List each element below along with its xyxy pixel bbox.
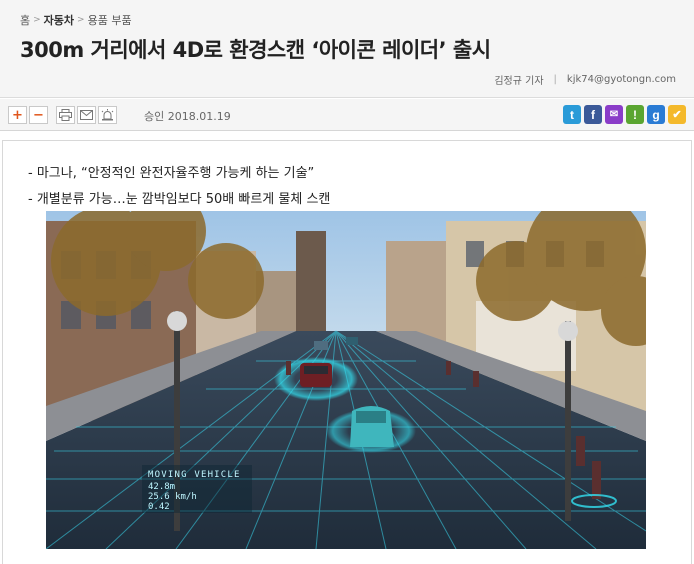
font-decrease-button[interactable]: −: [29, 106, 48, 124]
article-header: 홈 > 자동차 > 용품 부품 300m 거리에서 4D로 환경스캔 ‘아이콘 …: [0, 0, 694, 98]
band-icon[interactable]: !: [626, 105, 644, 124]
social-share-bar: t f ✉ ! g ✔: [563, 105, 686, 124]
hud-overlay-line3: 0.42: [148, 502, 170, 512]
breadcrumb-category[interactable]: 자동차: [44, 12, 74, 28]
twitter-icon[interactable]: t: [563, 105, 581, 124]
article-subheading: - 마그나, “안정적인 완전자율주행 가능케 하는 기술”: [28, 166, 315, 181]
article-photo: MOVING VEHICLE 42.8m 25.6 km/h 0.42: [46, 211, 646, 549]
chevron-right-icon: >: [33, 15, 41, 25]
chevron-right-icon: >: [77, 15, 85, 25]
article-toolbar: + − 승인 2018.01.19 t f ✉ ! g ✔: [0, 99, 694, 131]
envelope-icon[interactable]: [77, 106, 96, 124]
approved-date: 승인 2018.01.19: [144, 110, 231, 123]
google-plus-icon[interactable]: g: [647, 105, 665, 124]
siren-icon[interactable]: [98, 106, 117, 124]
article-subheading: - 개별분류 가능…눈 깜박임보다 50배 빠르게 물체 스캔: [28, 192, 331, 207]
hud-overlay-line2: 25.6 km/h: [148, 492, 197, 502]
bookmark-icon[interactable]: ✔: [668, 105, 686, 124]
facebook-icon[interactable]: f: [584, 105, 602, 124]
font-increase-button[interactable]: +: [8, 106, 27, 124]
reporter-name: 김정규 기자: [494, 76, 544, 87]
reporter-email[interactable]: kjk74@gyotongn.com: [567, 74, 676, 85]
breadcrumb-home[interactable]: 홈: [20, 12, 30, 28]
font-size-controls: + −: [8, 106, 48, 124]
hud-overlay-title: MOVING VEHICLE: [148, 470, 241, 480]
article-title: 300m 거리에서 4D로 환경스캔 ‘아이콘 레이더’ 출시: [20, 38, 491, 62]
breadcrumb-subcategory[interactable]: 용품 부품: [88, 12, 132, 28]
naver-talk-icon[interactable]: ✉: [605, 105, 623, 124]
byline: 김정규 기자 | kjk74@gyotongn.com: [494, 72, 676, 87]
article-actions: [56, 106, 117, 124]
printer-icon[interactable]: [56, 106, 75, 124]
byline-divider: |: [553, 74, 557, 85]
breadcrumb: 홈 > 자동차 > 용품 부품: [20, 12, 132, 28]
hud-overlay-value: 42.8m: [148, 482, 175, 492]
